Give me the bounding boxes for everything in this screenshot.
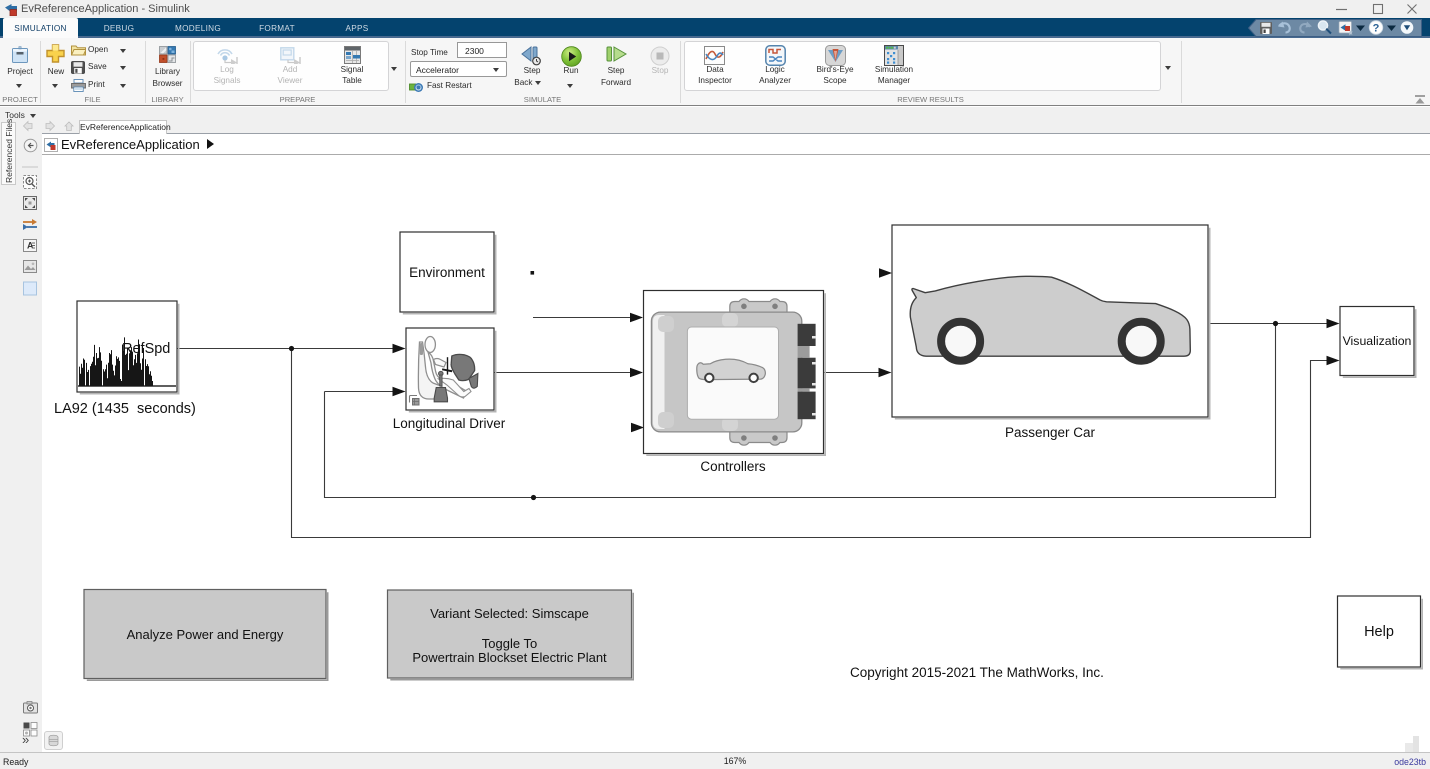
svg-text:Controllers: Controllers <box>700 459 766 474</box>
svg-text:Copyright 2015-2021 The MathWo: Copyright 2015-2021 The MathWorks, Inc. <box>850 665 1104 680</box>
svg-text:RefSpd: RefSpd <box>122 341 170 357</box>
svg-text:Help: Help <box>1364 624 1394 640</box>
svg-text:LA92 (1435 seconds): LA92 (1435 seconds) <box>54 401 196 417</box>
svg-text:Powertrain Blockset Electric P: Powertrain Blockset Electric Plant <box>412 650 607 665</box>
svg-text:Analyze Power and Energy: Analyze Power and Energy <box>127 627 284 642</box>
svg-text:Environment: Environment <box>409 265 485 280</box>
svg-text:Toggle To: Toggle To <box>482 636 537 651</box>
svg-text:Passenger Car: Passenger Car <box>1005 425 1096 440</box>
svg-text:?: ? <box>1373 23 1380 35</box>
svg-text:Variant Selected: Simscape: Variant Selected: Simscape <box>430 606 589 621</box>
svg-text:Visualization: Visualization <box>1343 334 1412 348</box>
svg-text:Longitudinal Driver: Longitudinal Driver <box>393 416 506 431</box>
